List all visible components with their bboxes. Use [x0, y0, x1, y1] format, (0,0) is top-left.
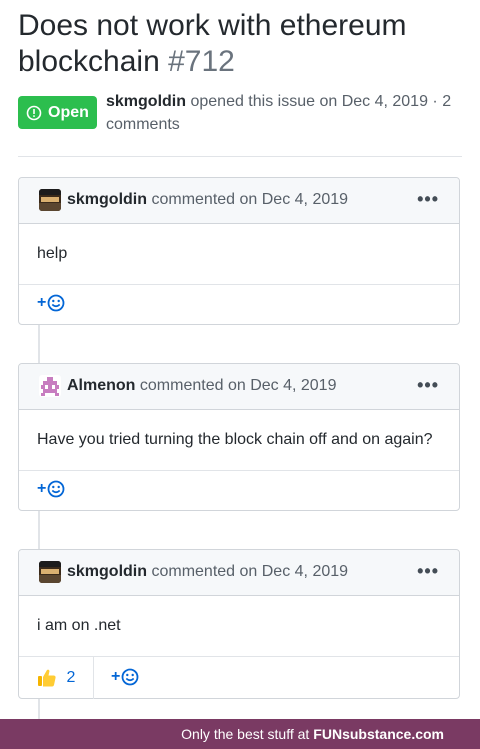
avatar[interactable] [39, 189, 61, 211]
comment-text: Have you tried turning the block chain o… [37, 431, 433, 448]
comment-body: help [19, 224, 459, 285]
status-badge: Open [18, 96, 97, 129]
comment-header: skmgoldin commented on Dec 4, 2019 ••• [19, 178, 459, 224]
comment-author[interactable]: skmgoldin [67, 563, 147, 580]
plus-icon: + [37, 294, 47, 311]
comment-header: skmgoldin commented on Dec 4, 2019 ••• [19, 550, 459, 596]
avatar[interactable] [39, 561, 61, 583]
add-reaction-button[interactable]: + [37, 294, 65, 312]
more-options-icon[interactable]: ••• [417, 562, 439, 580]
comment-footer: 2 + [19, 657, 459, 699]
watermark-banner: Only the best stuff at FUNsubstance.com [0, 719, 480, 749]
issue-title: Does not work with ethereum blockchain #… [18, 8, 468, 80]
comment-timestamp[interactable]: commented on Dec 4, 2019 [151, 191, 348, 208]
comment-header: Almenon commented on Dec 4, 2019 ••• [19, 364, 459, 410]
comment-author[interactable]: Almenon [67, 377, 135, 394]
timeline-line [38, 324, 40, 363]
plus-icon: + [37, 480, 47, 497]
comment-header-text: skmgoldin commented on Dec 4, 2019 [67, 562, 348, 582]
comment-footer: + [19, 471, 459, 510]
smiley-icon [121, 668, 139, 686]
thumbs-up-icon [37, 669, 56, 687]
comment-text: help [37, 245, 68, 262]
plus-icon: + [111, 668, 121, 685]
comment-footer: + [19, 285, 459, 324]
banner-brand: FUNsubstance.com [313, 726, 444, 742]
banner-text: Only the best stuff at [181, 726, 310, 742]
thumbs-up-count: 2 [66, 669, 76, 686]
comment-timestamp[interactable]: commented on Dec 4, 2019 [151, 563, 348, 580]
more-options-icon[interactable]: ••• [417, 376, 439, 394]
status-badge-label: Open [48, 103, 89, 121]
add-reaction-button[interactable]: + [37, 480, 65, 498]
issue-author-link[interactable]: skmgoldin [106, 93, 186, 110]
comment-body: i am on .net [19, 596, 459, 657]
comment-author[interactable]: skmgoldin [67, 191, 147, 208]
more-options-icon[interactable]: ••• [417, 190, 439, 208]
comment-card: skmgoldin commented on Dec 4, 2019 ••• h… [18, 177, 460, 325]
comment-text: i am on .net [37, 617, 121, 634]
timeline-line [38, 510, 40, 549]
comment-card: Almenon commented on Dec 4, 2019 ••• Hav… [18, 363, 460, 511]
add-reaction-button[interactable]: + [111, 668, 139, 686]
comment-header-text: Almenon commented on Dec 4, 2019 [67, 376, 336, 396]
thumbs-up-reaction[interactable]: 2 [19, 657, 94, 699]
smiley-icon [47, 480, 65, 498]
comment-body: Have you tried turning the block chain o… [19, 410, 459, 471]
comment-timestamp[interactable]: commented on Dec 4, 2019 [140, 377, 337, 394]
comment-header-text: skmgoldin commented on Dec 4, 2019 [67, 190, 348, 210]
timeline-line [38, 699, 40, 719]
smiley-icon [47, 294, 65, 312]
avatar[interactable] [39, 375, 61, 397]
comment-card: skmgoldin commented on Dec 4, 2019 ••• i… [18, 549, 460, 699]
issue-number: #712 [168, 45, 235, 78]
issue-meta-text: skmgoldin opened this issue on Dec 4, 20… [106, 90, 466, 136]
alert-circle-icon [26, 105, 42, 120]
divider [18, 156, 462, 157]
